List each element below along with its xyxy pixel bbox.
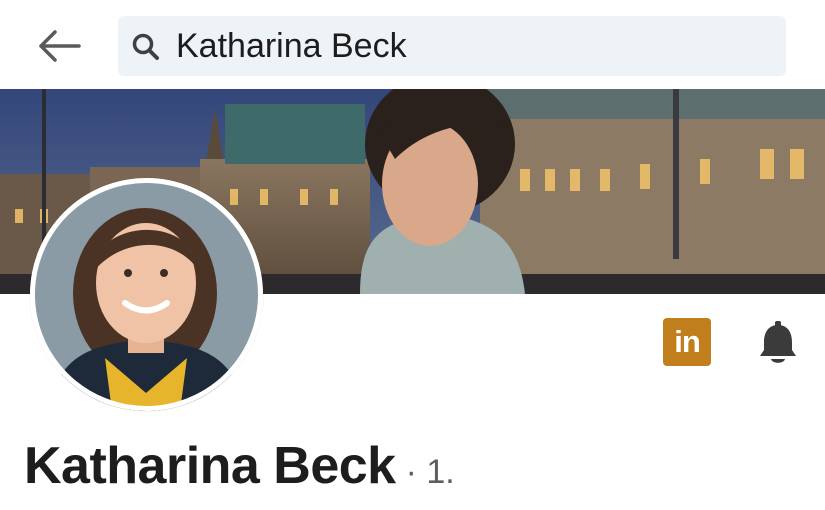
linkedin-icon[interactable]: in	[663, 318, 711, 366]
bell-icon	[760, 321, 796, 363]
profile-avatar[interactable]	[30, 178, 263, 411]
profile-name: Katharina Beck	[24, 437, 396, 495]
top-bar	[0, 0, 825, 89]
profile-name-line: Katharina Beck · 1.	[24, 436, 455, 500]
connection-degree: · 1.	[405, 453, 455, 491]
search-input[interactable]	[176, 24, 766, 68]
search-bar[interactable]	[118, 16, 786, 76]
back-button[interactable]	[30, 20, 88, 72]
notification-bell-button[interactable]	[756, 320, 800, 366]
linkedin-label: in	[674, 324, 701, 359]
arrow-left-icon	[39, 30, 81, 62]
search-icon	[132, 33, 159, 60]
